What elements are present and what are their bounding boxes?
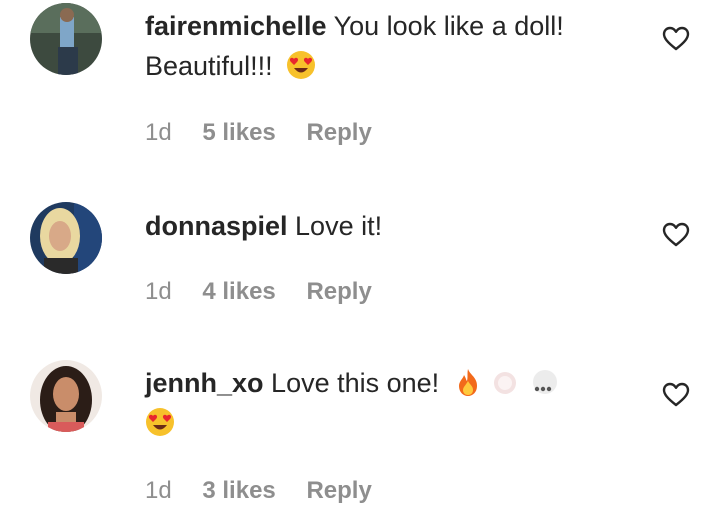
comment-body: Love it! [295, 211, 383, 241]
comment-time: 1d [145, 119, 172, 146]
comment-likes[interactable]: 5 likes [202, 119, 275, 146]
heart-eyes-emoji [145, 407, 175, 437]
avatar[interactable] [30, 3, 102, 75]
comment-item: jennh_xo Love this one! 1d 3 likes Reply [0, 330, 720, 532]
comment-text: jennh_xo Love this one! [145, 363, 615, 443]
comment-body: Love this one! [271, 368, 440, 398]
heart-outline-icon[interactable] [662, 382, 690, 408]
comment-text: fairenmichelle You look like a doll! Bea… [145, 6, 615, 86]
comment-time: 1d [145, 477, 172, 504]
reply-button[interactable]: Reply [306, 278, 371, 305]
fire-emoji [453, 367, 483, 397]
avatar[interactable] [30, 202, 102, 274]
comment-username[interactable]: fairenmichelle [145, 11, 327, 41]
reply-button[interactable]: Reply [306, 119, 371, 146]
comment-meta: 1d 5 likes Reply [145, 118, 396, 148]
avatar[interactable] [30, 360, 102, 432]
comment-username[interactable]: donnaspiel [145, 211, 288, 241]
comment-username[interactable]: jennh_xo [145, 368, 264, 398]
comment-text: donnaspiel Love it! [145, 206, 615, 246]
heart-eyes-emoji [286, 50, 316, 80]
comment-meta: 1d 4 likes Reply [145, 277, 396, 307]
blurred-emoji [490, 367, 520, 397]
comment-item: donnaspiel Love it! 1d 4 likes Reply [0, 170, 720, 330]
comment-likes[interactable]: 3 likes [202, 477, 275, 504]
comment-time: 1d [145, 278, 172, 305]
comment-meta: 1d 3 likes Reply [145, 476, 396, 506]
heart-outline-icon[interactable] [662, 222, 690, 248]
reply-button[interactable]: Reply [306, 477, 371, 504]
heart-outline-icon[interactable] [662, 26, 690, 52]
blurred-emoji [530, 367, 560, 397]
comment-item: fairenmichelle You look like a doll! Bea… [0, 0, 720, 170]
comment-likes[interactable]: 4 likes [202, 278, 275, 305]
